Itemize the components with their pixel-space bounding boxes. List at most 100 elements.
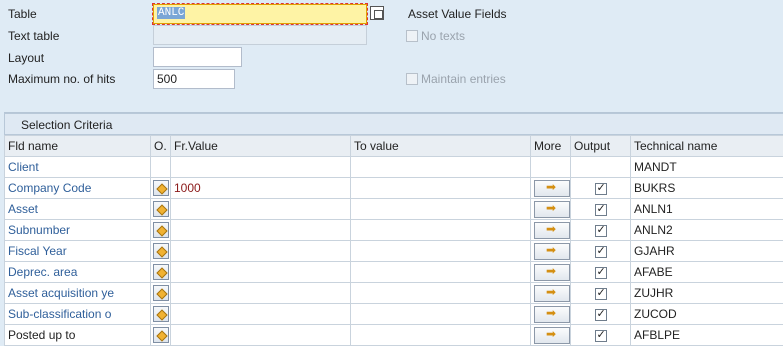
- more-cell[interactable]: [530, 240, 571, 262]
- selection-option-icon[interactable]: [152, 327, 169, 343]
- col-fr-value: Fr.Value: [170, 135, 351, 157]
- output-cell[interactable]: [570, 198, 631, 220]
- no-texts-checkbox[interactable]: No texts: [406, 29, 465, 43]
- technical-name: GJAHR: [630, 240, 783, 262]
- technical-name: ANLN1: [630, 198, 783, 220]
- output-cell[interactable]: [570, 282, 631, 304]
- multiple-selection-icon[interactable]: [534, 200, 570, 218]
- option-cell[interactable]: [150, 324, 171, 346]
- maintain-entries-checkbox[interactable]: Maintain entries: [406, 72, 506, 86]
- no-texts-checkbox-box[interactable]: [406, 30, 418, 42]
- output-cell[interactable]: [570, 324, 631, 346]
- output-checkbox[interactable]: [594, 223, 607, 237]
- output-checkbox[interactable]: [594, 181, 607, 195]
- to-value-input[interactable]: [350, 198, 531, 220]
- more-cell[interactable]: [530, 303, 571, 325]
- field-name: Company Code: [4, 177, 151, 199]
- output-checkbox[interactable]: [594, 265, 607, 279]
- table-row: Company Code 1000 BUKRS: [4, 177, 783, 199]
- to-value-input[interactable]: [350, 303, 531, 325]
- table-label: Table: [8, 7, 37, 21]
- more-cell[interactable]: [530, 261, 571, 283]
- from-value-input[interactable]: [170, 198, 351, 220]
- table-header-row: Fld name O. Fr.Value To value More Outpu…: [4, 135, 783, 157]
- multiple-selection-icon[interactable]: [534, 305, 570, 323]
- option-cell[interactable]: [150, 261, 171, 283]
- output-cell[interactable]: [570, 261, 631, 283]
- output-cell[interactable]: [570, 177, 631, 199]
- selection-option-icon[interactable]: [152, 222, 169, 238]
- field-name: Asset acquisition ye: [4, 282, 151, 304]
- output-cell[interactable]: [570, 303, 631, 325]
- max-hits-input[interactable]: 500: [153, 69, 235, 89]
- to-value-input[interactable]: [350, 324, 531, 346]
- selection-option-icon[interactable]: [152, 201, 169, 217]
- selection-option-icon[interactable]: [152, 285, 169, 301]
- selection-option-icon[interactable]: [152, 243, 169, 259]
- option-cell[interactable]: [150, 219, 171, 241]
- to-value-input[interactable]: [350, 261, 531, 283]
- to-value-input[interactable]: [350, 219, 531, 241]
- more-cell[interactable]: [530, 177, 571, 199]
- technical-name: ZUJHR: [630, 282, 783, 304]
- output-cell[interactable]: [570, 240, 631, 262]
- table-input[interactable]: ANLC: [152, 3, 368, 25]
- multiple-selection-icon[interactable]: [534, 221, 570, 239]
- table-row: Client MANDT: [4, 156, 783, 178]
- to-value-input[interactable]: [350, 156, 531, 178]
- from-value-input[interactable]: [170, 261, 351, 283]
- from-value-input[interactable]: [170, 219, 351, 241]
- selection-option-icon[interactable]: [152, 180, 169, 196]
- field-name: Asset: [4, 198, 151, 220]
- from-value-input[interactable]: [170, 324, 351, 346]
- col-to-value: To value: [350, 135, 531, 157]
- output-checkbox[interactable]: [594, 286, 607, 300]
- table-row: Subnumber ANLN2: [4, 219, 783, 241]
- from-value-input[interactable]: 1000: [170, 177, 351, 199]
- option-cell[interactable]: [150, 303, 171, 325]
- to-value-input[interactable]: [350, 282, 531, 304]
- technical-name: BUKRS: [630, 177, 783, 199]
- output-cell[interactable]: [570, 219, 631, 241]
- from-value-input[interactable]: [170, 282, 351, 304]
- from-value-input[interactable]: [170, 240, 351, 262]
- option-cell: [150, 156, 171, 178]
- option-cell[interactable]: [150, 240, 171, 262]
- from-value-input[interactable]: [170, 303, 351, 325]
- output-checkbox[interactable]: [594, 307, 607, 321]
- multiple-selection-icon[interactable]: [534, 242, 570, 260]
- multiple-selection-icon[interactable]: [534, 326, 570, 344]
- to-value-input[interactable]: [350, 177, 531, 199]
- col-option: O.: [150, 135, 171, 157]
- maintain-entries-checkbox-box[interactable]: [406, 73, 418, 85]
- option-cell[interactable]: [150, 282, 171, 304]
- output-checkbox[interactable]: [594, 202, 607, 216]
- more-cell[interactable]: [530, 219, 571, 241]
- selection-option-icon[interactable]: [152, 264, 169, 280]
- maintain-entries-label: Maintain entries: [421, 72, 506, 86]
- output-checkbox[interactable]: [594, 244, 607, 258]
- multiple-selection-icon[interactable]: [534, 263, 570, 281]
- multiple-selection-icon[interactable]: [534, 179, 570, 197]
- technical-name: MANDT: [630, 156, 783, 178]
- layout-input[interactable]: [153, 47, 242, 67]
- output-checkbox[interactable]: [594, 328, 607, 342]
- more-cell[interactable]: [530, 198, 571, 220]
- no-texts-label: No texts: [421, 29, 466, 43]
- field-name: Subnumber: [4, 219, 151, 241]
- from-value-input[interactable]: [170, 156, 351, 178]
- more-cell[interactable]: [530, 324, 571, 346]
- to-value-input[interactable]: [350, 240, 531, 262]
- selection-table: Fld name O. Fr.Value To value More Outpu…: [4, 135, 783, 346]
- selection-option-icon[interactable]: [152, 306, 169, 322]
- technical-name: AFBLPE: [630, 324, 783, 346]
- output-cell: [570, 156, 631, 178]
- multiple-selection-icon[interactable]: [534, 284, 570, 302]
- more-cell: [530, 156, 571, 178]
- table-copy-icon[interactable]: [370, 6, 384, 20]
- asset-value-fields-label: Asset Value Fields: [408, 7, 507, 21]
- col-fld-name: Fld name: [4, 135, 151, 157]
- option-cell[interactable]: [150, 198, 171, 220]
- more-cell[interactable]: [530, 282, 571, 304]
- option-cell[interactable]: [150, 177, 171, 199]
